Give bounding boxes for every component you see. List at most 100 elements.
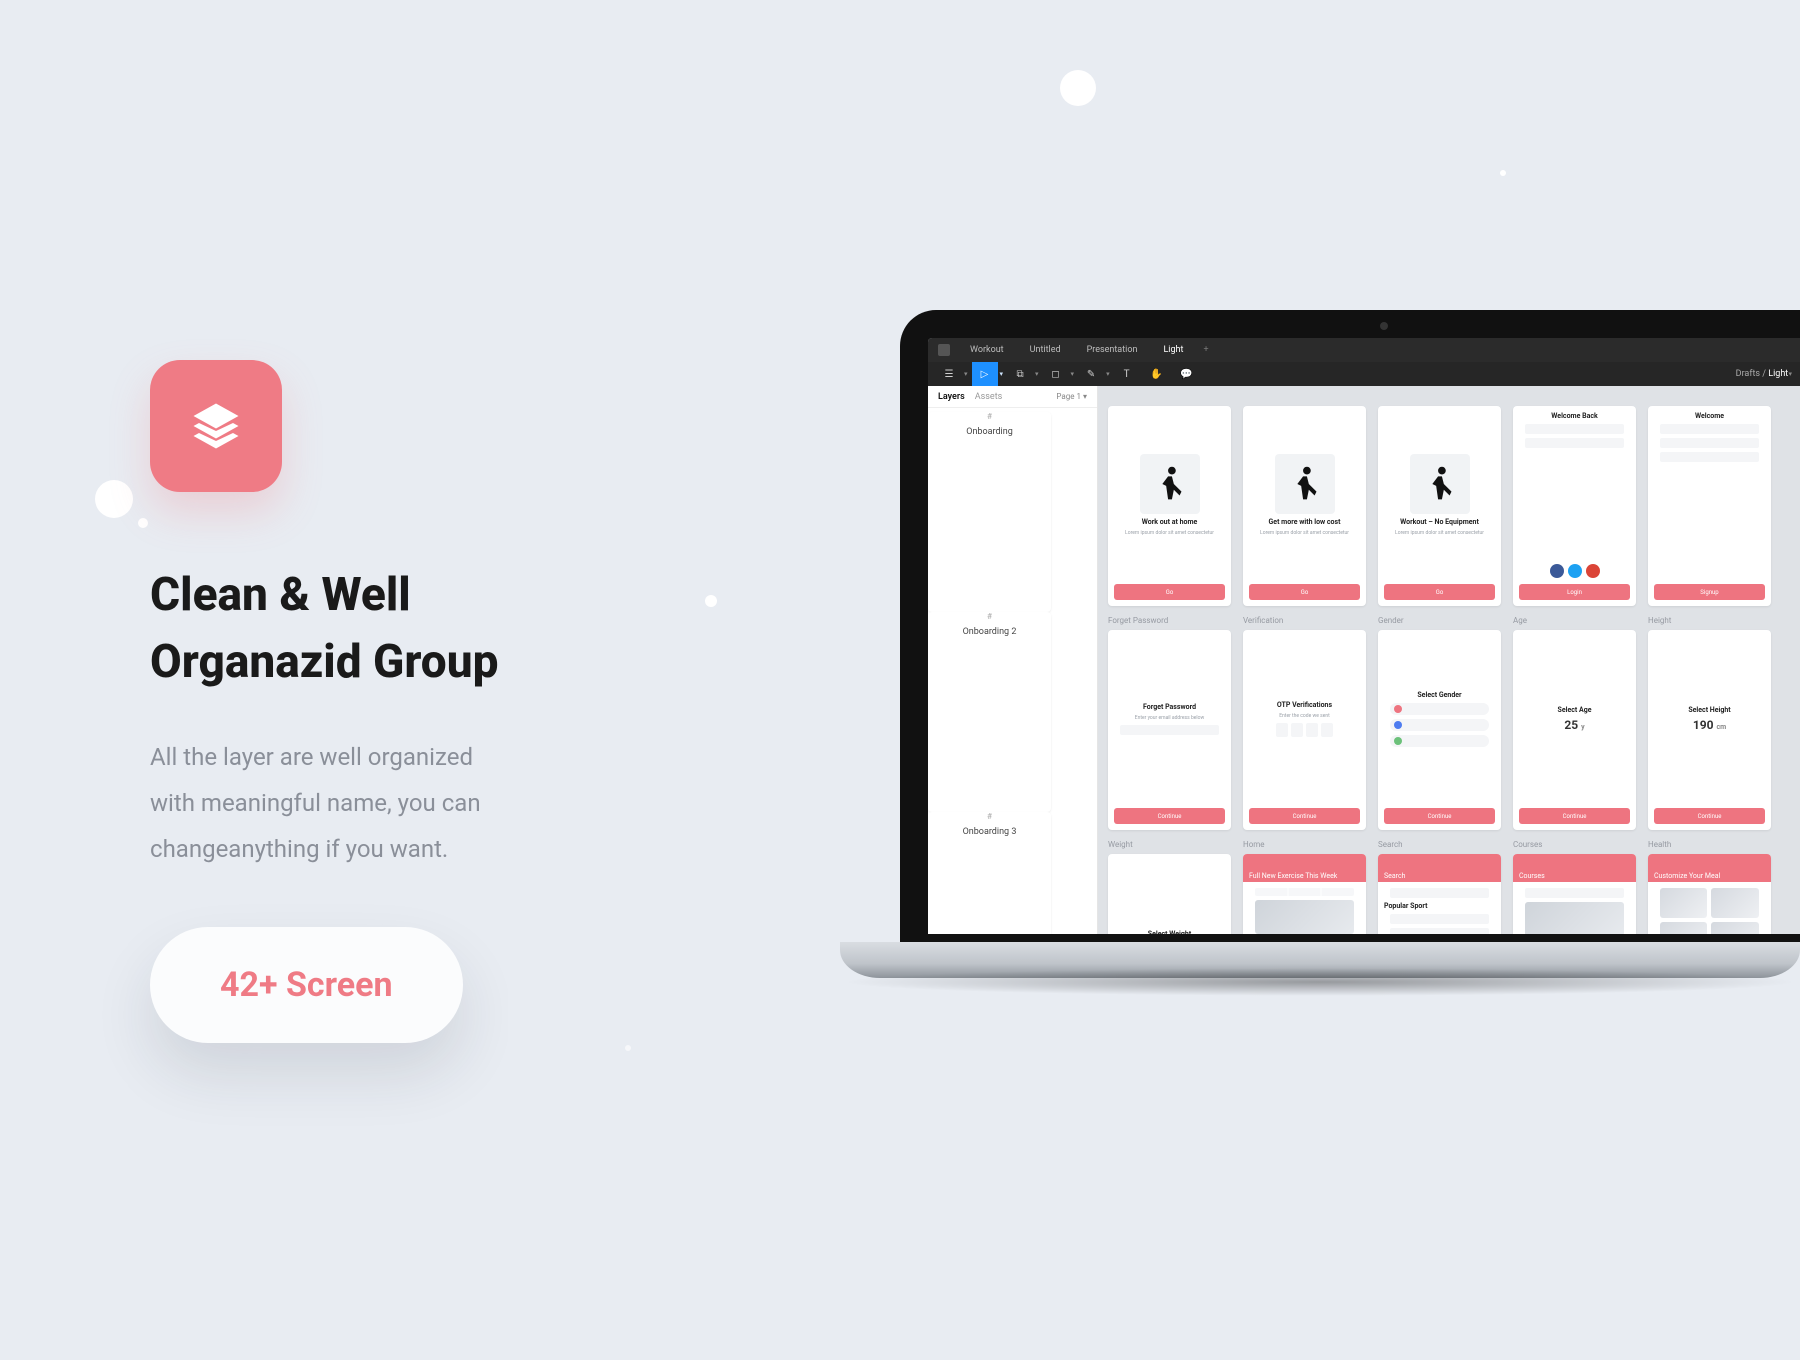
canvas-frame-wrap: Get more with low cost Lorem ipsum dolor… xyxy=(1243,392,1366,606)
layer-label: Onboarding xyxy=(966,427,1013,437)
layer-item[interactable]: Onboarding 2 xyxy=(928,612,1051,812)
chevron-down-icon: ▾ xyxy=(1788,370,1792,378)
frame-label[interactable]: Forget Password xyxy=(1108,616,1231,626)
gender-option[interactable] xyxy=(1390,703,1490,715)
canvas-frame[interactable]: Workout – No Equipment Lorem ipsum dolor… xyxy=(1378,406,1501,606)
primary-button[interactable]: Continue xyxy=(1384,808,1495,824)
frame-label[interactable]: Courses xyxy=(1513,840,1636,850)
password-field[interactable] xyxy=(1660,452,1760,462)
promo-column: Clean & Well Organazid Group All the lay… xyxy=(150,360,710,1043)
course-card[interactable] xyxy=(1525,902,1625,934)
tab-untitled[interactable]: Untitled xyxy=(1024,345,1067,355)
panel-tab-assets[interactable]: Assets xyxy=(975,392,1003,402)
primary-button[interactable]: Go xyxy=(1114,584,1225,600)
frame-label[interactable]: Verification xyxy=(1243,616,1366,626)
decor-dot xyxy=(1500,170,1506,176)
home-icon[interactable] xyxy=(938,344,950,356)
breadcrumb[interactable]: Drafts / Light ▾ xyxy=(1736,369,1792,379)
frame-tool[interactable]: ⧉ xyxy=(1007,362,1033,386)
frame-label[interactable]: Weight xyxy=(1108,840,1231,850)
search-input[interactable] xyxy=(1525,888,1625,898)
facebook-icon[interactable] xyxy=(1550,564,1564,578)
search-input[interactable] xyxy=(1390,888,1490,898)
tab-light[interactable]: Light xyxy=(1157,345,1189,355)
frame-label[interactable]: Home xyxy=(1243,840,1366,850)
panel-tab-layers[interactable]: Layers xyxy=(938,392,965,402)
frame-label[interactable] xyxy=(1513,392,1636,402)
shape-tool[interactable]: ◻ xyxy=(1043,362,1069,386)
canvas-frame[interactable]: Work out at home Lorem ipsum dolor sit a… xyxy=(1108,406,1231,606)
primary-button[interactable]: Continue xyxy=(1654,808,1765,824)
frame-label[interactable] xyxy=(1108,392,1231,402)
canvas-frame-wrap: Work out at home Lorem ipsum dolor sit a… xyxy=(1108,392,1231,606)
canvas-frame[interactable]: Select Age 25 y Continue xyxy=(1513,630,1636,830)
text-tool[interactable]: T xyxy=(1114,362,1140,386)
editor-canvas[interactable]: Work out at home Lorem ipsum dolor sit a… xyxy=(1098,386,1800,934)
frame-label[interactable]: Gender xyxy=(1378,616,1501,626)
frame-title: Select Gender xyxy=(1417,691,1461,699)
canvas-frame[interactable]: Select Gender Continue xyxy=(1378,630,1501,830)
canvas-frame[interactable]: Forget Password Enter your email address… xyxy=(1108,630,1231,830)
canvas-frame[interactable]: Welcome Back Login xyxy=(1513,406,1636,606)
gender-option[interactable] xyxy=(1390,719,1490,731)
primary-button[interactable]: Continue xyxy=(1114,808,1225,824)
frame-title: OTP Verifications xyxy=(1277,701,1332,709)
twitter-icon[interactable] xyxy=(1568,564,1582,578)
layer-item[interactable]: Onboarding xyxy=(928,412,1051,612)
hand-tool[interactable]: ✋ xyxy=(1144,362,1170,386)
email-field[interactable] xyxy=(1525,424,1625,434)
canvas-frame-wrap: Workout – No Equipment Lorem ipsum dolor… xyxy=(1378,392,1501,606)
comment-tool[interactable]: 💬 xyxy=(1174,362,1200,386)
frame-label[interactable] xyxy=(1648,392,1771,402)
name-field[interactable] xyxy=(1660,424,1760,434)
primary-button[interactable]: Go xyxy=(1384,584,1495,600)
frame-label[interactable] xyxy=(1378,392,1501,402)
frame-label[interactable]: Height xyxy=(1648,616,1771,626)
gender-option[interactable] xyxy=(1390,735,1490,747)
primary-button[interactable]: Go xyxy=(1249,584,1360,600)
frame-label[interactable]: Age xyxy=(1513,616,1636,626)
canvas-frame[interactable]: Customize Your Meal xyxy=(1648,854,1771,934)
primary-button[interactable]: Signup xyxy=(1654,584,1765,600)
primary-button[interactable]: Continue xyxy=(1249,808,1360,824)
canvas-frame[interactable]: Welcome Signup xyxy=(1648,406,1771,606)
frame-label[interactable]: Health xyxy=(1648,840,1771,850)
canvas-frame[interactable]: Get more with low cost Lorem ipsum dolor… xyxy=(1243,406,1366,606)
tab-presentation[interactable]: Presentation xyxy=(1081,345,1144,355)
list-item[interactable] xyxy=(1390,928,1490,934)
frame-title: Select Age xyxy=(1558,706,1592,714)
value-display: 190 cm xyxy=(1693,718,1726,732)
breadcrumb-current: Light xyxy=(1768,369,1788,379)
frame-label[interactable]: Search xyxy=(1378,840,1501,850)
canvas-frame[interactable]: OTP Verifications Enter the code we sent… xyxy=(1243,630,1366,830)
decor-dot xyxy=(625,1045,631,1051)
frame-title: Work out at home xyxy=(1142,518,1198,526)
canvas-frame-wrap: Courses Courses xyxy=(1513,840,1636,934)
canvas-frame[interactable]: Search Popular Sport xyxy=(1378,854,1501,934)
password-field[interactable] xyxy=(1525,438,1625,448)
canvas-frame[interactable]: Full New Exercise This Week xyxy=(1243,854,1366,934)
primary-button[interactable]: Login xyxy=(1519,584,1630,600)
canvas-frame[interactable]: Select Height 190 cm Continue xyxy=(1648,630,1771,830)
frame-label[interactable] xyxy=(1243,392,1366,402)
canvas-frame-wrap: Height Select Height 190 cm Continue xyxy=(1648,616,1771,830)
panel-page-selector[interactable]: Page 1 ▾ xyxy=(1056,392,1087,401)
frame-title: Forget Password xyxy=(1143,703,1196,711)
otp-inputs[interactable] xyxy=(1276,723,1333,737)
canvas-frame[interactable]: Courses xyxy=(1513,854,1636,934)
google-icon[interactable] xyxy=(1586,564,1600,578)
list-item[interactable] xyxy=(1390,914,1490,924)
primary-button[interactable]: Continue xyxy=(1519,808,1630,824)
canvas-frame[interactable]: Select Weight 70 kg Continue xyxy=(1108,854,1231,934)
email-field[interactable] xyxy=(1120,725,1220,735)
pen-tool[interactable]: ✎ xyxy=(1078,362,1104,386)
category-chips[interactable] xyxy=(1255,888,1355,896)
illustration xyxy=(1410,454,1470,514)
layer-item[interactable]: Onboarding 3 xyxy=(928,812,1051,934)
tab-workout[interactable]: Workout xyxy=(964,345,1010,355)
email-field[interactable] xyxy=(1660,438,1760,448)
menu-button[interactable]: ☰ xyxy=(936,362,962,386)
move-tool[interactable]: ▷ xyxy=(972,362,998,386)
new-tab-button[interactable]: + xyxy=(1203,345,1208,355)
feature-card[interactable] xyxy=(1255,900,1355,934)
